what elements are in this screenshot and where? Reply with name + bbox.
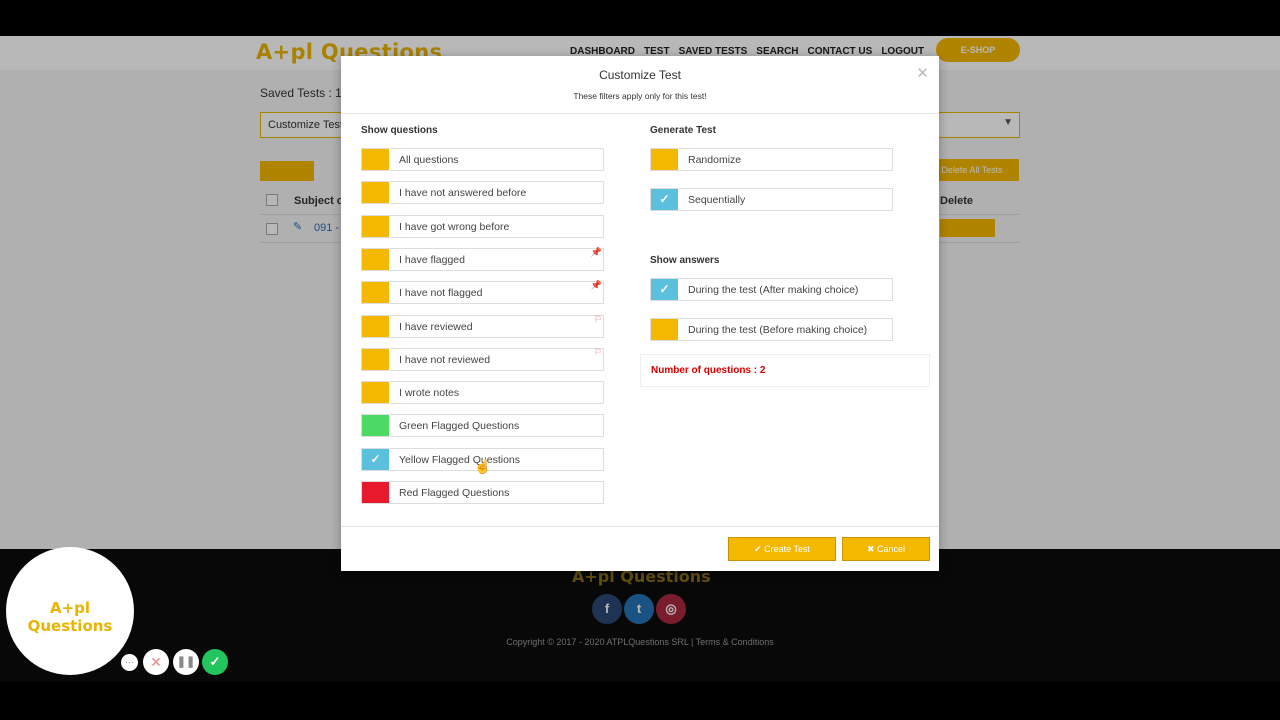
checkmark-icon[interactable]: ✓ <box>651 279 678 300</box>
option-label: I have not answered before <box>399 187 527 200</box>
option-swatch[interactable] <box>362 182 389 204</box>
checkmark-icon[interactable]: ✓ <box>362 448 389 470</box>
option-swatch[interactable] <box>362 482 389 503</box>
option-label: I wrote notes <box>399 387 460 400</box>
modal-divider <box>341 526 939 527</box>
customize-test-modal: Customize Test These filters apply only … <box>341 56 939 571</box>
option-label: Red Flagged Questions <box>399 487 510 499</box>
option-label: During the test (After making choice) <box>688 284 859 296</box>
option-swatch[interactable] <box>362 382 389 404</box>
show-questions-title: Show questions <box>361 125 438 136</box>
show-answers-title: Show answers <box>650 255 720 266</box>
finish-recording-icon[interactable]: ✓ <box>202 649 228 675</box>
option-label: During the test (Before making choice) <box>688 324 868 336</box>
more-icon[interactable]: ⋯ <box>121 654 138 671</box>
modal-title: Customize Test <box>599 68 681 82</box>
option-swatch[interactable] <box>362 215 389 237</box>
option-swatch[interactable] <box>362 248 389 270</box>
flag-icon: ⚐ <box>593 346 602 357</box>
modal.show_questions-option[interactable]: All questions <box>361 148 604 171</box>
option-label: I have not reviewed <box>399 353 491 366</box>
option-swatch[interactable] <box>651 319 678 340</box>
modal-subtitle: These filters apply only for this test! <box>573 91 707 101</box>
option-label: I have reviewed <box>399 320 473 333</box>
modal.show_answers-option[interactable]: ✓ During the test (After making choice) <box>650 278 893 301</box>
modal-divider <box>341 113 939 114</box>
modal.show_questions-option[interactable]: I have not reviewed ⚐ <box>361 346 604 371</box>
cancel-button[interactable]: ✖ Cancel <box>842 537 930 561</box>
modal.generate_test-option[interactable]: ✓ Sequentially <box>650 188 893 211</box>
option-swatch[interactable] <box>362 149 389 170</box>
question-count-box: Number of questions : 2 <box>640 354 930 387</box>
modal.show_questions-option[interactable]: I have reviewed ⚐ <box>361 313 604 338</box>
option-label: All questions <box>399 154 459 166</box>
option-label: Green Flagged Questions <box>399 420 520 433</box>
modal.show_questions-option[interactable]: I have not flagged 📌 <box>361 280 604 305</box>
checkmark-icon[interactable]: ✓ <box>651 189 678 210</box>
option-label: Sequentially <box>688 194 746 206</box>
option-label: I have not flagged <box>399 287 483 300</box>
webcam-logo: A+pl Questions <box>27 599 113 635</box>
modal.show_answers-option[interactable]: During the test (Before making choice) <box>650 318 893 341</box>
pause-icon[interactable]: ❚❚ <box>173 649 199 675</box>
pin-icon: 📌 <box>590 246 602 257</box>
modal.show_questions-option[interactable]: Green Flagged Questions <box>361 414 604 438</box>
modal.generate_test-option[interactable]: Randomize <box>650 148 893 171</box>
option-swatch[interactable] <box>651 149 678 170</box>
option-label: Yellow Flagged Questions <box>399 453 521 466</box>
option-swatch[interactable] <box>362 315 389 337</box>
webcam-bubble[interactable]: A+pl Questions <box>6 547 134 675</box>
create-test-button[interactable]: ✔ Create Test <box>728 537 836 561</box>
option-label: I have flagged <box>399 253 465 266</box>
question-count: Number of questions : 2 <box>651 365 766 376</box>
modal.show_questions-option[interactable]: I have flagged 📌 <box>361 246 604 271</box>
mouse-cursor-icon: ☝ <box>474 458 492 474</box>
option-label: I have got wrong before <box>399 220 510 233</box>
generate-test-title: Generate Test <box>650 125 716 136</box>
option-swatch[interactable] <box>362 348 389 370</box>
pin-icon: 📌 <box>590 280 602 291</box>
modal.show_questions-option[interactable]: I have not answered before <box>361 181 604 205</box>
flag-icon: ⚐ <box>593 313 602 324</box>
modal.show_questions-option[interactable]: Red Flagged Questions <box>361 481 604 504</box>
modal.show_questions-option[interactable]: I have got wrong before <box>361 214 604 238</box>
page: A+pl Questions DASHBOARD TEST SAVED TEST… <box>0 36 1280 682</box>
modal.show_questions-option[interactable]: I wrote notes <box>361 381 604 405</box>
option-swatch[interactable] <box>362 282 389 304</box>
option-swatch[interactable] <box>362 415 389 437</box>
close-icon[interactable]: ✕ <box>916 64 929 82</box>
option-label: Randomize <box>688 154 742 166</box>
discard-recording-icon[interactable]: ✕ <box>143 649 169 675</box>
